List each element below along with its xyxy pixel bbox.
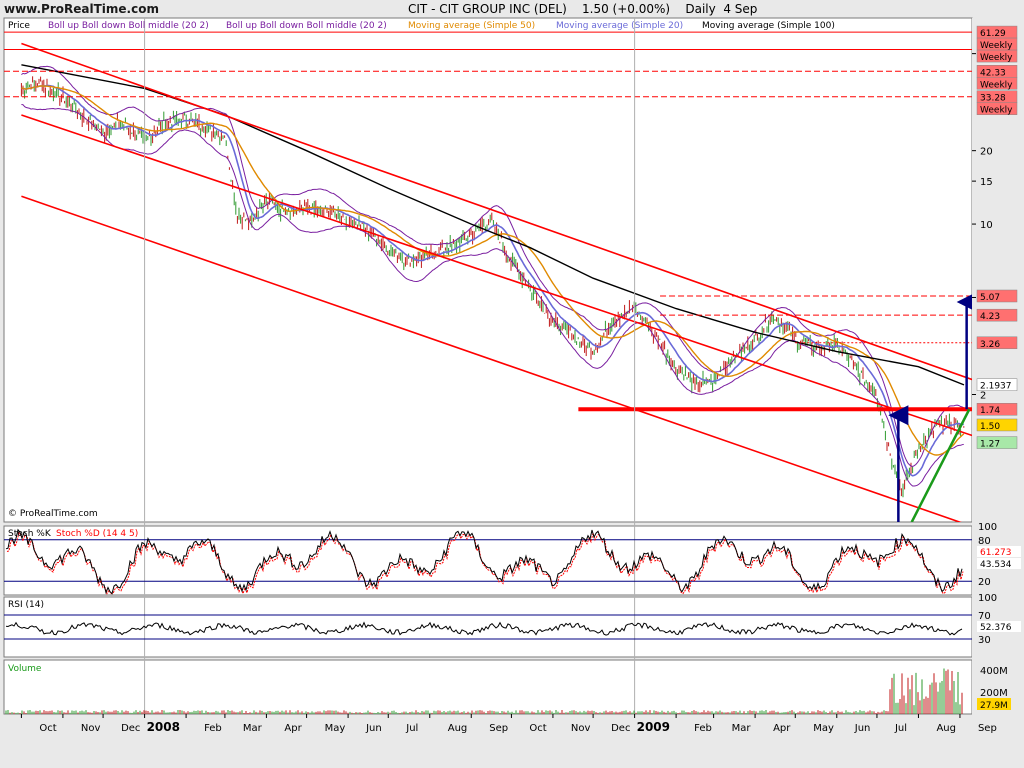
month-label: Jun <box>365 723 382 734</box>
stoch-value-d: 61.273 <box>980 548 1012 558</box>
rsi-tick-label: 100 <box>978 593 997 604</box>
month-label: Aug <box>936 723 956 734</box>
month-label: Mar <box>732 723 752 734</box>
month-label: Nov <box>571 723 591 734</box>
month-label: Sep <box>978 723 997 734</box>
month-label: May <box>813 723 834 734</box>
rsi-value: 52.376 <box>980 623 1012 633</box>
legend-item: Moving average (Simple 50) <box>408 21 535 31</box>
stoch-value-k: 43.534 <box>980 560 1012 570</box>
stoch-legend-d: Stoch %D (14 4 5) <box>56 529 138 539</box>
stochastic-panel <box>3 525 973 596</box>
month-label: Apr <box>284 723 302 734</box>
volume-value: 27.9M <box>980 701 1008 711</box>
watermark-text: © ProRealTime.com <box>8 509 98 519</box>
price-tick-label: 15 <box>980 177 993 188</box>
legend-item: Boll up Boll down Boll middle (20 2) <box>48 21 209 31</box>
price-tick-label: 2 <box>980 391 986 402</box>
rsi-tick-label: 70 <box>978 611 991 622</box>
price-label-text: 42.33 <box>980 68 1006 78</box>
stoch-tick-label: 20 <box>978 577 991 588</box>
volume-tick-label: 400M <box>980 666 1008 677</box>
price-tick-label: 20 <box>980 147 993 158</box>
month-label: Jul <box>894 723 907 734</box>
price-label-text: Weekly <box>980 41 1013 51</box>
price-label-text: 33.28 <box>980 94 1006 104</box>
price-panel <box>3 17 973 523</box>
month-label: Oct <box>529 723 546 734</box>
price-label-text: 61.29 <box>980 29 1006 39</box>
month-label: Dec <box>121 723 140 734</box>
month-label: Nov <box>81 723 101 734</box>
price-label-text: 5.07 <box>980 293 1000 303</box>
legend-item: Price <box>8 21 30 31</box>
legend-item: Moving average (Simple 100) <box>702 21 835 31</box>
month-label: Aug <box>448 723 468 734</box>
stoch-tick-label: 80 <box>978 536 991 547</box>
rsi-tick-label: 30 <box>978 635 991 646</box>
month-label: Dec <box>611 723 630 734</box>
price-label-text: 1.27 <box>980 440 1000 450</box>
price-label-text: 1.74 <box>980 406 1000 416</box>
price-label-text: 4.23 <box>980 312 1000 322</box>
month-label: Sep <box>489 723 508 734</box>
month-label: Feb <box>694 723 712 734</box>
year-label: 2009 <box>637 720 670 734</box>
price-label-text: 3.26 <box>980 340 1000 350</box>
month-label: Mar <box>243 723 263 734</box>
volume-legend: Volume <box>8 664 42 674</box>
price-label-text: Weekly <box>980 53 1013 63</box>
price-label-text: 2.1937 <box>980 382 1012 392</box>
stoch-tick-label: 100 <box>978 522 997 533</box>
price-label-text: Weekly <box>980 106 1013 116</box>
month-label: Jun <box>854 723 871 734</box>
year-label: 2008 <box>147 720 180 734</box>
price-tick-label: 10 <box>980 220 993 231</box>
price-label-text: 1.50 <box>980 422 1000 432</box>
month-label: Jul <box>405 723 418 734</box>
month-label: Oct <box>39 723 56 734</box>
legend-item: Boll up Boll down Boll middle (20 2) <box>226 21 387 31</box>
rsi-legend: RSI (14) <box>8 600 44 610</box>
rsi-panel <box>3 596 973 658</box>
volume-tick-label: 200M <box>980 688 1008 699</box>
price-label-text: Weekly <box>980 80 1013 90</box>
stoch-legend-k: Stoch %K <box>8 529 52 539</box>
month-label: May <box>325 723 346 734</box>
volume-panel <box>3 659 973 715</box>
month-label: Apr <box>773 723 791 734</box>
legend-item: Moving average (Simple 20) <box>556 21 683 31</box>
month-label: Feb <box>204 723 222 734</box>
stock-chart: Price Boll up Boll down Boll middle (20 2… <box>0 17 1024 768</box>
